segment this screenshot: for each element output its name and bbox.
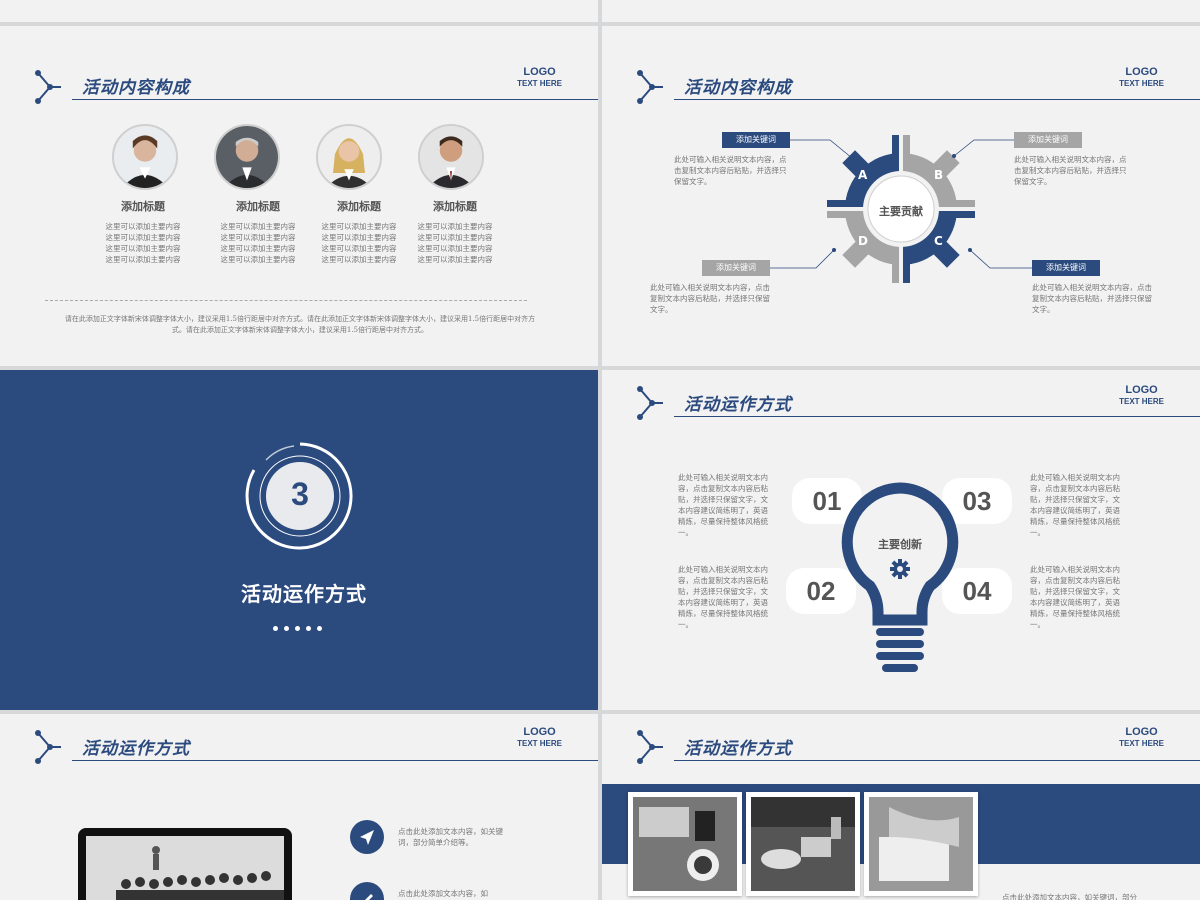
slide-bulb[interactable]: 活动运作方式 LOGO TEXT HERE 01 02 03 04 主要创新 此… — [602, 370, 1200, 710]
description-d: 此处可输入相关说明文本内容，点击复制文本内容后粘贴，并选择只保留文字。 — [650, 283, 770, 314]
dot — [295, 626, 300, 631]
slide-top-left-partial — [0, 0, 598, 22]
photo-writing — [864, 792, 978, 896]
person-title: 添加标题 — [337, 200, 381, 213]
keyword-tag-b: 添加关键词 — [1014, 132, 1082, 148]
avatar — [112, 124, 178, 190]
slide-title: 活动运作方式 — [684, 739, 792, 759]
footer-text: 请在此添加正文字体新宋体调整字体大小，建议采用1.5倍行距居中对齐方式。请在此添… — [64, 315, 536, 334]
logo-text: LOGO — [1125, 726, 1158, 738]
section-number: 3 — [291, 476, 309, 512]
person-title: 添加标题 — [433, 200, 477, 213]
share-icon — [35, 70, 61, 104]
header-divider — [674, 416, 1200, 417]
lightbulb-icon — [841, 482, 959, 672]
description-03: 此处可输入相关说明文本内容，点击复制文本内容后粘贴，并选择只保留文字，文本内容建… — [1030, 473, 1120, 537]
person-title: 添加标题 — [121, 200, 165, 213]
dot — [317, 626, 322, 631]
keyword-tag-a: 添加关键词 — [722, 132, 790, 148]
header-divider — [72, 760, 598, 761]
share-icon — [35, 730, 61, 764]
keyword-tag-d: 添加关键词 — [702, 260, 770, 276]
person-description: 这里可以添加主要内容这里可以添加主要内容这里可以添加主要内容这里可以添加主要内容 — [321, 222, 397, 264]
slide-title: 活动运作方式 — [82, 739, 190, 759]
slide-team[interactable]: 活动内容构成 LOGO TEXT HERE 添加标题 添加标题 添加标题 添加标… — [0, 26, 598, 366]
bulb-center-label: 主要创新 — [878, 538, 922, 551]
crowd-image — [86, 836, 284, 900]
logo-text: LOGO — [523, 726, 556, 738]
logo: LOGO TEXT HERE — [1119, 726, 1164, 749]
slide-title: 活动内容构成 — [82, 78, 190, 98]
avatar — [316, 124, 382, 190]
slide-title: 活动运作方式 — [684, 395, 792, 415]
person-description: 这里可以添加主要内容这里可以添加主要内容这里可以添加主要内容这里可以添加主要内容 — [105, 222, 181, 264]
item-text: 点击此处添加文本内容，如 — [398, 889, 488, 898]
header-divider — [72, 99, 598, 100]
slide-screen[interactable]: 活动运作方式 LOGO TEXT HERE 点击此处添加文本内容，如关键词，部分… — [0, 714, 598, 900]
description-b: 此处可输入相关说明文本内容，点击复制文本内容后粘贴，并选择只保留文字。 — [1014, 155, 1127, 186]
description-02: 此处可输入相关说明文本内容，点击复制文本内容后粘贴，并选择只保留文字，文本内容建… — [678, 565, 768, 629]
monitor-image — [78, 828, 292, 900]
logo-subtext: TEXT HERE — [517, 739, 562, 749]
connector-lines — [770, 139, 1032, 269]
keyword-tag-c: 添加关键词 — [1032, 260, 1100, 276]
logo-text: LOGO — [1125, 384, 1158, 396]
dotted-divider — [45, 300, 527, 301]
avatar — [214, 124, 280, 190]
dot — [273, 626, 278, 631]
logo: LOGO TEXT HERE — [1119, 384, 1164, 407]
logo-subtext: TEXT HERE — [1119, 739, 1164, 749]
person-description: 这里可以添加主要内容这里可以添加主要内容这里可以添加主要内容这里可以添加主要内容 — [417, 222, 493, 264]
description-a: 此处可输入相关说明文本内容，点击复制文本内容后粘贴，并选择只保留文字。 — [674, 155, 787, 186]
slide-photos[interactable]: 活动运作方式 LOGO TEXT HERE 点击此处添加文本内容，如关键词，部分 — [602, 714, 1200, 900]
logo-subtext: TEXT HERE — [517, 79, 562, 89]
photo-meeting — [746, 792, 860, 896]
header-divider — [674, 760, 1200, 761]
logo-text: LOGO — [523, 66, 556, 78]
share-icon — [637, 386, 663, 420]
avatar — [418, 124, 484, 190]
dot — [284, 626, 289, 631]
share-icon — [637, 730, 663, 764]
section-title: 活动运作方式 — [241, 582, 367, 606]
photo-laptop — [628, 792, 742, 896]
pagination-dots — [273, 626, 322, 631]
logo: LOGO TEXT HERE — [517, 726, 562, 749]
item-text: 点击此处添加文本内容，如关键词，部分简单介绍等。 — [398, 827, 503, 847]
logo: LOGO TEXT HERE — [517, 66, 562, 89]
description-c: 此处可输入相关说明文本内容，点击复制文本内容后粘贴，并选择只保留文字。 — [1032, 283, 1152, 314]
slide-section[interactable]: 3 活动运作方式 — [0, 370, 598, 710]
logo-subtext: TEXT HERE — [1119, 397, 1164, 407]
send-icon — [350, 820, 384, 854]
slide-gear[interactable]: 活动内容构成 LOGO TEXT HERE 主要贡献 A B C D 添加关键词… — [602, 26, 1200, 366]
person-title: 添加标题 — [236, 200, 280, 213]
description-01: 此处可输入相关说明文本内容，点击复制文本内容后粘贴，并选择只保留文字，文本内容建… — [678, 473, 768, 537]
description-04: 此处可输入相关说明文本内容，点击复制文本内容后粘贴，并选择只保留文字，文本内容建… — [1030, 565, 1120, 629]
pencil-icon — [350, 882, 384, 900]
gear-icon — [890, 559, 910, 579]
dot — [306, 626, 311, 631]
photos-text: 点击此处添加文本内容，如关键词，部分 — [1002, 893, 1137, 900]
slide-top-right-partial — [602, 0, 1200, 22]
person-description: 这里可以添加主要内容这里可以添加主要内容这里可以添加主要内容这里可以添加主要内容 — [220, 222, 296, 264]
